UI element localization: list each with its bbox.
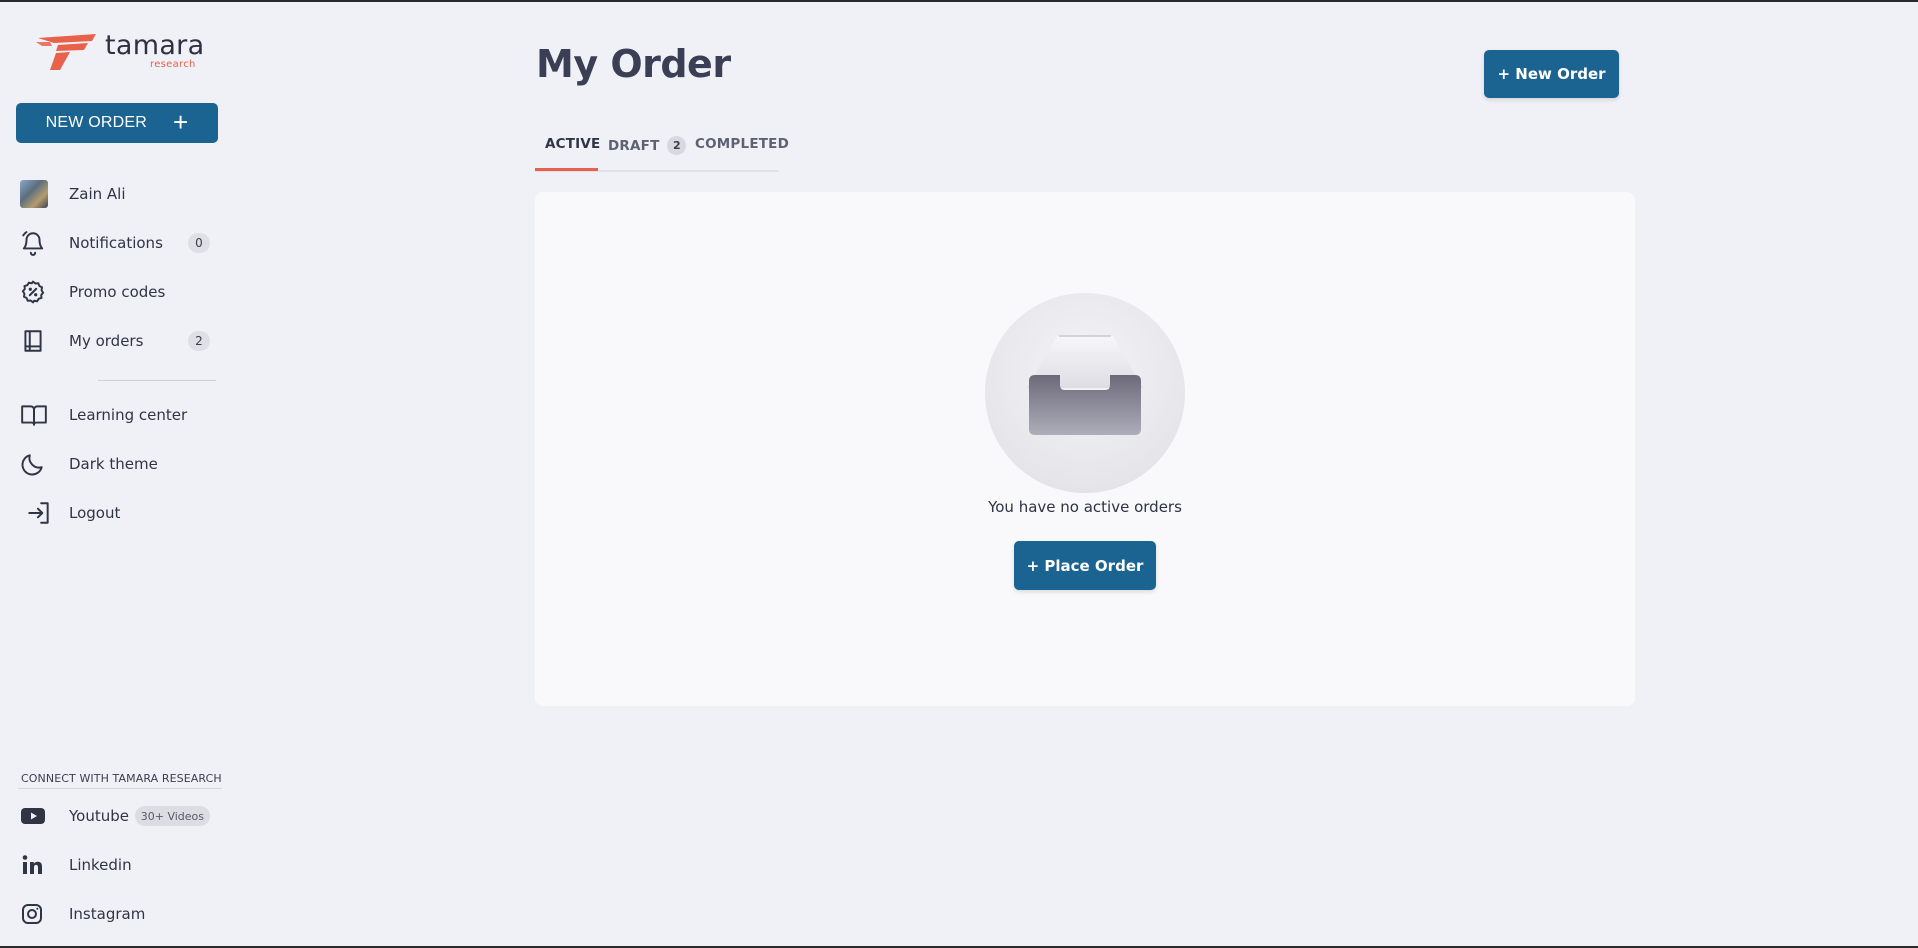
brand-name: tamara <box>105 30 205 61</box>
connect-divider <box>18 788 222 789</box>
discount-icon <box>20 278 54 306</box>
youtube-icon <box>20 802 54 830</box>
page-title: My Order <box>536 42 731 86</box>
bell-icon <box>20 229 54 257</box>
draft-count-badge: 2 <box>667 136 687 155</box>
empty-state-message: You have no active orders <box>988 498 1182 516</box>
brand-sub: research <box>150 59 196 70</box>
youtube-videos-badge: 30+ Videos <box>134 806 210 826</box>
order-tabs: ACTIVE DRAFT 2 COMPLETED <box>535 126 789 172</box>
sidebar-item-label: Zain Ali <box>69 185 126 203</box>
sidebar-item-notifications[interactable]: Notifications 0 <box>20 225 216 261</box>
linkedin-icon <box>20 851 54 879</box>
social-label: Instagram <box>69 905 146 923</box>
tab-active[interactable]: ACTIVE <box>545 136 600 152</box>
open-book-icon <box>20 401 54 429</box>
sidebar-divider <box>98 380 216 381</box>
tab-completed[interactable]: COMPLETED <box>695 136 789 152</box>
sidebar-item-label: My orders <box>69 332 144 350</box>
sidebar-item-promo-codes[interactable]: Promo codes <box>20 274 216 310</box>
inbox-icon <box>985 293 1185 493</box>
sidebar-item-label: Promo codes <box>69 283 166 301</box>
instagram-icon <box>20 900 54 928</box>
moon-icon <box>20 450 54 478</box>
tamara-logo-mark <box>36 34 96 70</box>
social-youtube[interactable]: Youtube 30+ Videos <box>20 798 216 834</box>
orders-count-badge: 2 <box>188 331 210 351</box>
new-order-label: NEW ORDER <box>45 114 147 131</box>
social-instagram[interactable]: Instagram <box>20 896 216 932</box>
connect-title: CONNECT WITH TAMARA RESEARCH <box>21 772 222 785</box>
book-icon <box>20 327 54 355</box>
sidebar: tamara research NEW ORDER + Zain Ali Not… <box>0 2 232 946</box>
logout-icon <box>20 499 54 527</box>
social-label: Linkedin <box>69 856 132 874</box>
avatar <box>20 180 54 208</box>
tab-draft[interactable]: DRAFT 2 <box>608 136 687 155</box>
sidebar-item-logout[interactable]: Logout <box>20 495 216 531</box>
tab-label: DRAFT <box>608 137 660 154</box>
plus-icon: + <box>172 107 189 137</box>
sidebar-item-label: Notifications <box>69 234 163 252</box>
place-order-button[interactable]: + Place Order <box>1014 541 1156 590</box>
new-order-button[interactable]: + New Order <box>1484 50 1619 98</box>
tab-label: COMPLETED <box>695 136 789 152</box>
orders-panel: You have no active orders + Place Order <box>535 192 1635 706</box>
notification-count-badge: 0 <box>188 233 210 253</box>
brand-logo[interactable]: tamara research <box>36 30 206 76</box>
sidebar-new-order-button[interactable]: NEW ORDER + <box>16 103 218 143</box>
social-linkedin[interactable]: Linkedin <box>20 847 216 883</box>
sidebar-item-my-orders[interactable]: My orders 2 <box>20 323 216 359</box>
sidebar-item-learning-center[interactable]: Learning center <box>20 397 216 433</box>
sidebar-item-label: Dark theme <box>69 455 158 473</box>
sidebar-item-label: Logout <box>69 504 121 522</box>
active-tab-indicator <box>535 168 598 171</box>
sidebar-item-dark-theme[interactable]: Dark theme <box>20 446 216 482</box>
tab-label: ACTIVE <box>545 136 601 152</box>
sidebar-item-label: Learning center <box>69 406 188 424</box>
social-label: Youtube <box>69 807 129 825</box>
sidebar-item-profile[interactable]: Zain Ali <box>20 176 216 212</box>
